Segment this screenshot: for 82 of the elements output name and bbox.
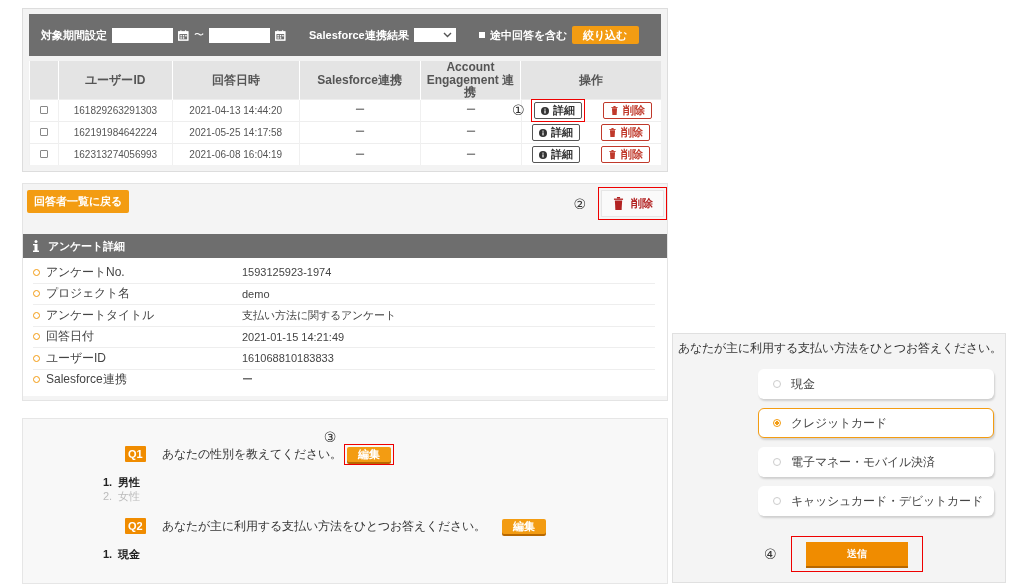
table-cell: ー bbox=[299, 121, 421, 144]
date-field[interactable] bbox=[209, 27, 271, 43]
table-cell: ー bbox=[299, 99, 421, 122]
field-value: demo bbox=[242, 287, 270, 300]
detail-button[interactable]: 詳細 bbox=[532, 124, 581, 142]
info-icon bbox=[539, 128, 548, 137]
table-cell: 161829263291303 bbox=[58, 99, 173, 122]
radio-button[interactable] bbox=[773, 419, 781, 427]
option-label: 現金 bbox=[791, 375, 815, 393]
calendar-icon bbox=[275, 29, 286, 41]
result-dropdown[interactable] bbox=[413, 28, 457, 42]
checkbox[interactable] bbox=[40, 150, 48, 159]
trash-icon bbox=[608, 128, 618, 138]
chevron-down-icon bbox=[443, 32, 453, 38]
info-icon bbox=[539, 150, 548, 159]
column-header: 操作 bbox=[520, 61, 661, 100]
annotation-number: ① bbox=[512, 102, 525, 117]
field-value: 161068810183833 bbox=[242, 352, 334, 365]
column-header: 回答日時 bbox=[172, 61, 300, 100]
radio-button[interactable] bbox=[773, 458, 781, 466]
table-cell: 2021-05-25 14:17:58 bbox=[172, 121, 300, 144]
choice-option[interactable]: 現金 bbox=[758, 369, 994, 399]
info-icon bbox=[33, 240, 39, 252]
choice-option[interactable]: クレジットカード bbox=[758, 408, 994, 438]
table-cell: ー bbox=[465, 126, 476, 138]
period-label: 対象期間設定 bbox=[41, 27, 107, 43]
question-badge: Q1 bbox=[125, 446, 146, 462]
trash-icon bbox=[608, 150, 618, 160]
radio-button[interactable] bbox=[773, 497, 781, 505]
column-header: Account Engagement 連携 bbox=[420, 61, 521, 100]
option-label: キャッシュカード・デビットカード bbox=[791, 492, 983, 510]
answer-option: 1. 現金 bbox=[103, 547, 667, 561]
field-label: Salesforce連携 bbox=[46, 371, 128, 389]
annotation-number: ④ bbox=[764, 547, 777, 561]
trash-icon bbox=[612, 197, 625, 210]
detail-button[interactable]: 詳細 bbox=[533, 102, 582, 120]
trash-icon bbox=[609, 106, 619, 116]
delete-button[interactable]: 削除 bbox=[601, 146, 651, 164]
field-value: 2021-01-15 14:21:49 bbox=[242, 330, 345, 343]
option-label: クレジットカード bbox=[791, 414, 887, 432]
checkbox[interactable] bbox=[40, 105, 48, 114]
table-cell: 2021-06-08 16:04:19 bbox=[172, 143, 300, 166]
field-value: 支払い方法に関するアンケート bbox=[242, 307, 396, 323]
option-label: 電子マネー・モバイル決済 bbox=[791, 453, 935, 471]
checkbox[interactable] bbox=[40, 127, 48, 136]
salesforce-result-label: Salesforce連携結果 bbox=[309, 27, 409, 43]
field-label: ユーザーID bbox=[46, 349, 107, 367]
choice-option[interactable]: キャッシュカード・デビットカード bbox=[758, 486, 994, 516]
table-cell: 162191984642224 bbox=[58, 121, 173, 144]
column-header: ユーザーID bbox=[58, 61, 173, 100]
delete-button[interactable]: 削除 bbox=[601, 190, 664, 217]
date-field[interactable] bbox=[112, 27, 174, 43]
field-label: プロジェクト名 bbox=[46, 285, 131, 303]
question-text: あなたが主に利用する支払い方法をひとつお答えください。 bbox=[161, 517, 486, 535]
choice-option[interactable]: 電子マネー・モバイル決済 bbox=[758, 447, 994, 477]
delete-button[interactable]: 削除 bbox=[601, 124, 651, 142]
table-cell: 162313274056993 bbox=[58, 143, 173, 166]
field-label: アンケートNo. bbox=[46, 263, 126, 281]
question-text: あなたの性別を教えてください。 bbox=[161, 445, 342, 463]
question-text: あなたが主に利用する支払い方法をひとつお答えください。 bbox=[678, 340, 1000, 357]
detail-button[interactable]: 詳細 bbox=[532, 146, 581, 164]
section-title: アンケート詳細 bbox=[48, 238, 125, 254]
info-icon bbox=[540, 106, 549, 115]
field-label: 回答日付 bbox=[46, 328, 95, 346]
table-cell: ー bbox=[465, 148, 476, 160]
field-label: アンケートタイトル bbox=[46, 306, 155, 324]
column-header: Salesforce連携 bbox=[299, 61, 421, 100]
table-cell: ー bbox=[299, 143, 421, 166]
table-cell: ー bbox=[465, 104, 476, 116]
field-value: ー bbox=[242, 372, 253, 388]
annotation-number: ② bbox=[573, 196, 586, 211]
radio-button[interactable] bbox=[773, 380, 781, 388]
range-separator: 〜 bbox=[194, 28, 204, 42]
answer-option: 1. 男性 bbox=[103, 475, 667, 489]
include-partial-label: 途中回答を含む bbox=[489, 27, 567, 43]
field-value: 1593125923-1974 bbox=[242, 266, 332, 279]
table-cell: 2021-04-13 14:44:20 bbox=[172, 99, 300, 122]
calendar-icon bbox=[178, 29, 189, 41]
delete-button[interactable]: 削除 bbox=[602, 102, 652, 120]
question-badge: Q2 bbox=[125, 518, 146, 534]
checkbox[interactable] bbox=[479, 32, 485, 38]
annotation-number: ③ bbox=[323, 429, 337, 444]
